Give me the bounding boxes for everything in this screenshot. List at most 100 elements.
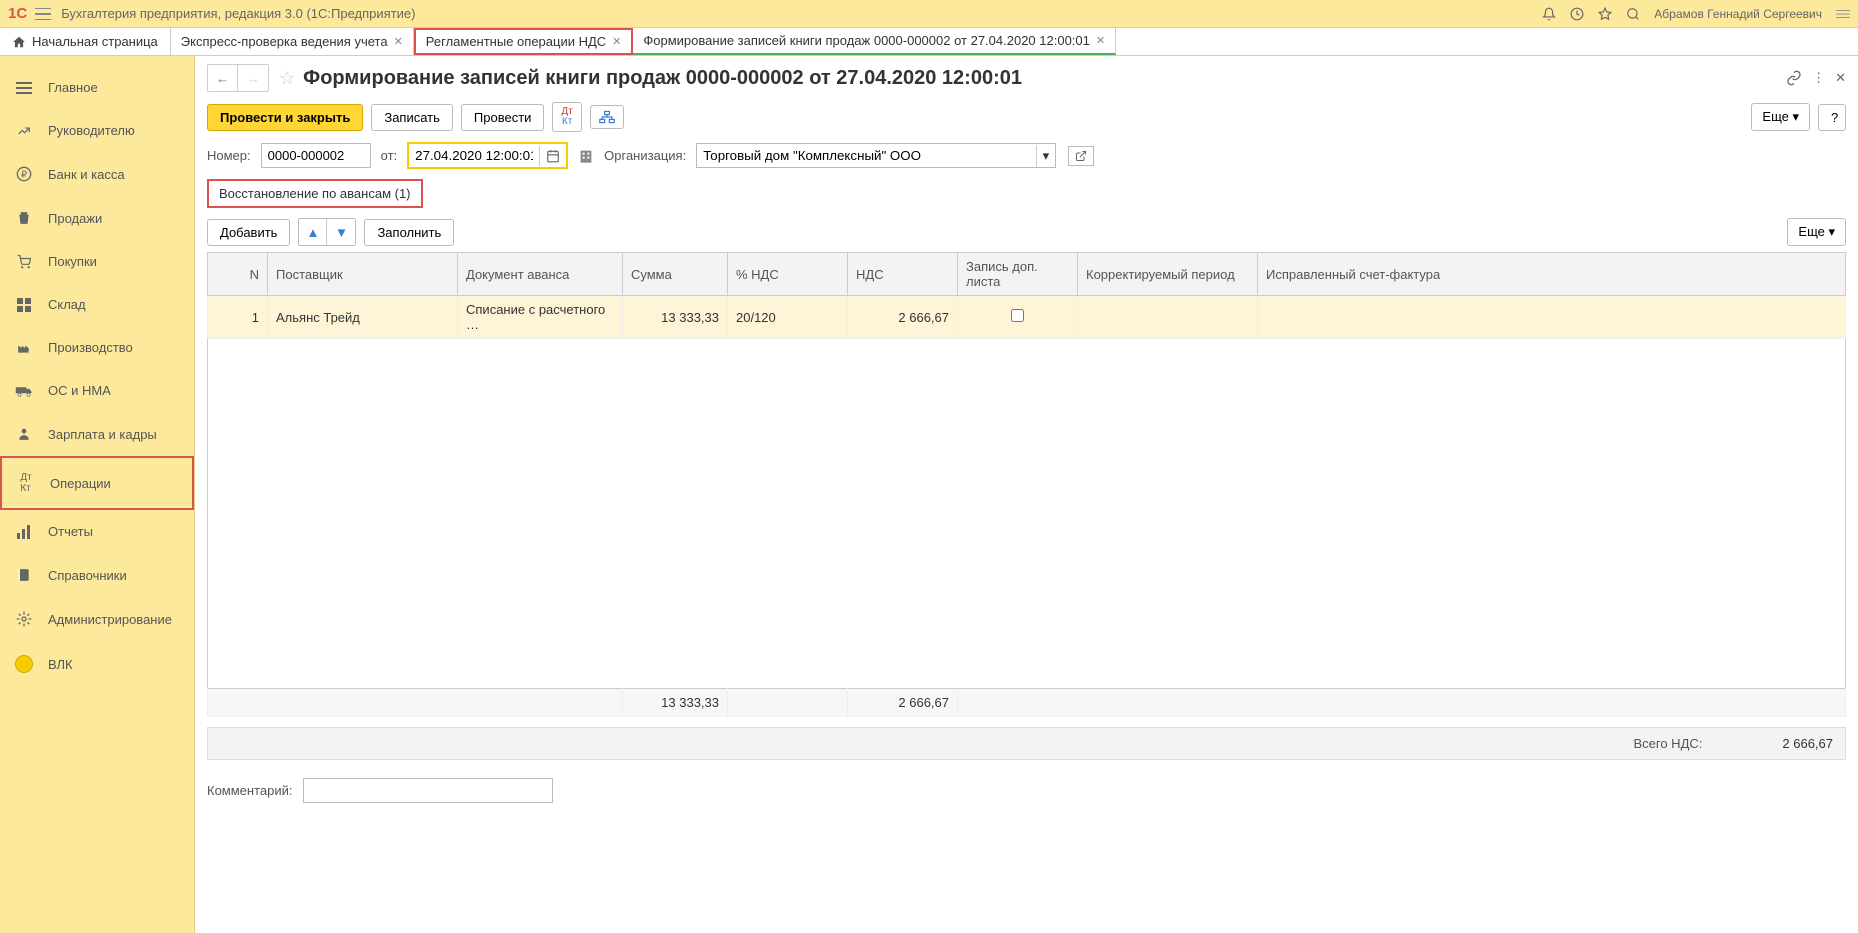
col-extra-sheet[interactable]: Запись доп. листа	[958, 253, 1078, 296]
sidebar-item-manager[interactable]: Руководителю	[0, 109, 194, 152]
sidebar-item-purchases[interactable]: Покупки	[0, 240, 194, 283]
truck-icon	[14, 385, 34, 397]
col-n[interactable]: N	[208, 253, 268, 296]
sidebar-item-assets[interactable]: ОС и НМА	[0, 369, 194, 412]
date-input[interactable]	[409, 144, 539, 167]
kebab-icon[interactable]: ⋮	[1812, 70, 1825, 86]
post-button[interactable]: Провести	[461, 104, 545, 131]
sidebar-item-bank[interactable]: ₽ Банк и касса	[0, 152, 194, 196]
calendar-icon[interactable]	[539, 146, 566, 166]
sidebar-label: Продажи	[48, 211, 102, 226]
structure-button[interactable]	[590, 105, 624, 129]
org-field: ▾	[696, 143, 1056, 168]
tab-home-label: Начальная страница	[32, 34, 158, 49]
dropdown-icon[interactable]: ▾	[1036, 145, 1056, 167]
col-vat[interactable]: НДС	[848, 253, 958, 296]
totals-row: Всего НДС: 2 666,67	[207, 727, 1846, 760]
save-button[interactable]: Записать	[371, 104, 453, 131]
fill-button[interactable]: Заполнить	[364, 219, 454, 246]
col-doc[interactable]: Документ аванса	[458, 253, 623, 296]
sidebar: Главное Руководителю ₽ Банк и касса Прод…	[0, 56, 195, 933]
cell-doc: Списание с расчетного …	[458, 296, 623, 339]
cell-extra-sheet	[958, 296, 1078, 339]
history-icon[interactable]	[1570, 7, 1584, 21]
nav-arrows: ← →	[207, 64, 269, 92]
user-name[interactable]: Абрамов Геннадий Сергеевич	[1654, 7, 1822, 21]
favorite-star-icon[interactable]: ☆	[279, 68, 295, 89]
link-icon[interactable]	[1786, 70, 1802, 86]
ruble-icon: ₽	[14, 166, 34, 182]
sidebar-item-payroll[interactable]: Зарплата и кадры	[0, 412, 194, 456]
star-icon[interactable]	[1598, 7, 1612, 21]
home-icon	[12, 35, 26, 49]
cell-corr-period	[1078, 296, 1258, 339]
cell-vat-pct: 20/120	[728, 296, 848, 339]
tab-close-icon[interactable]: ✕	[1096, 34, 1105, 47]
tab-home[interactable]: Начальная страница	[0, 28, 171, 55]
col-corr-period[interactable]: Корректируемый период	[1078, 253, 1258, 296]
add-button[interactable]: Добавить	[207, 219, 290, 246]
org-label: Организация:	[604, 148, 686, 163]
sidebar-label: Справочники	[48, 568, 127, 583]
sidebar-label: Зарплата и кадры	[48, 427, 157, 442]
nav-back-button[interactable]: ←	[208, 65, 238, 91]
post-and-close-button[interactable]: Провести и закрыть	[207, 104, 363, 131]
date-field	[407, 142, 568, 169]
tab-express-check[interactable]: Экспресс-проверка ведения учета ✕	[171, 28, 414, 55]
sidebar-item-operations[interactable]: ДтКт Операции	[0, 456, 194, 510]
advances-table: N Поставщик Документ аванса Сумма % НДС …	[207, 252, 1846, 717]
extra-sheet-checkbox[interactable]	[1011, 309, 1024, 322]
open-org-icon[interactable]	[1068, 146, 1094, 166]
cell-supplier: Альянс Трейд	[268, 296, 458, 339]
sidebar-item-admin[interactable]: Администрирование	[0, 597, 194, 641]
sidebar-item-production[interactable]: Производство	[0, 326, 194, 369]
bars-icon	[14, 525, 34, 539]
gear-icon	[14, 611, 34, 627]
sidebar-item-vlk[interactable]: ВЛК	[0, 641, 194, 687]
dtkt-button[interactable]: ДтКт	[552, 102, 581, 132]
tab-close-icon[interactable]: ✕	[612, 35, 621, 48]
tab-sales-book-entries[interactable]: Формирование записей книги продаж 0000-0…	[633, 28, 1116, 55]
col-vat-pct[interactable]: % НДС	[728, 253, 848, 296]
sidebar-item-catalogs[interactable]: Справочники	[0, 553, 194, 597]
col-supplier[interactable]: Поставщик	[268, 253, 458, 296]
sidebar-item-sales[interactable]: Продажи	[0, 196, 194, 240]
sub-tab-advances[interactable]: Восстановление по авансам (1)	[207, 179, 423, 208]
sidebar-item-warehouse[interactable]: Склад	[0, 283, 194, 326]
sidebar-item-reports[interactable]: Отчеты	[0, 510, 194, 553]
move-up-button[interactable]: ▲	[299, 219, 327, 245]
more-button[interactable]: Еще ▾	[1751, 103, 1810, 131]
search-icon[interactable]	[1626, 7, 1640, 21]
person-icon	[14, 426, 34, 442]
bell-icon[interactable]	[1542, 7, 1556, 21]
app-logo: 1C	[8, 5, 27, 22]
table-more-button[interactable]: Еще ▾	[1787, 218, 1846, 246]
sidebar-label: Банк и касса	[48, 167, 125, 182]
number-input[interactable]	[261, 143, 371, 168]
help-button[interactable]: ?	[1818, 104, 1846, 131]
move-down-button[interactable]: ▼	[327, 219, 355, 245]
building-icon	[578, 148, 594, 164]
sidebar-label: Покупки	[48, 254, 97, 269]
tab-close-icon[interactable]: ✕	[394, 35, 403, 48]
factory-icon	[14, 341, 34, 355]
total-vat-value: 2 666,67	[1782, 736, 1833, 751]
sidebar-item-main[interactable]: Главное	[0, 66, 194, 109]
hamburger-icon[interactable]	[35, 8, 51, 20]
settings-icon[interactable]	[1836, 9, 1850, 19]
cell-corr-invoice	[1258, 296, 1846, 339]
tab-reglament-vat[interactable]: Регламентные операции НДС ✕	[414, 28, 634, 55]
org-input[interactable]	[697, 144, 1035, 167]
sidebar-label: Производство	[48, 340, 133, 355]
move-arrows: ▲ ▼	[298, 218, 356, 246]
col-sum[interactable]: Сумма	[623, 253, 728, 296]
tab-label: Регламентные операции НДС	[426, 34, 606, 49]
comment-input[interactable]	[303, 778, 553, 803]
close-icon[interactable]: ✕	[1835, 70, 1846, 86]
col-corr-invoice[interactable]: Исправленный счет-фактура	[1258, 253, 1846, 296]
nav-forward-button[interactable]: →	[238, 65, 268, 91]
sidebar-label: ОС и НМА	[48, 383, 111, 398]
comment-label: Комментарий:	[207, 783, 293, 798]
app-title: Бухгалтерия предприятия, редакция 3.0 (1…	[61, 6, 1542, 21]
table-row[interactable]: 1 Альянс Трейд Списание с расчетного … 1…	[208, 296, 1846, 339]
